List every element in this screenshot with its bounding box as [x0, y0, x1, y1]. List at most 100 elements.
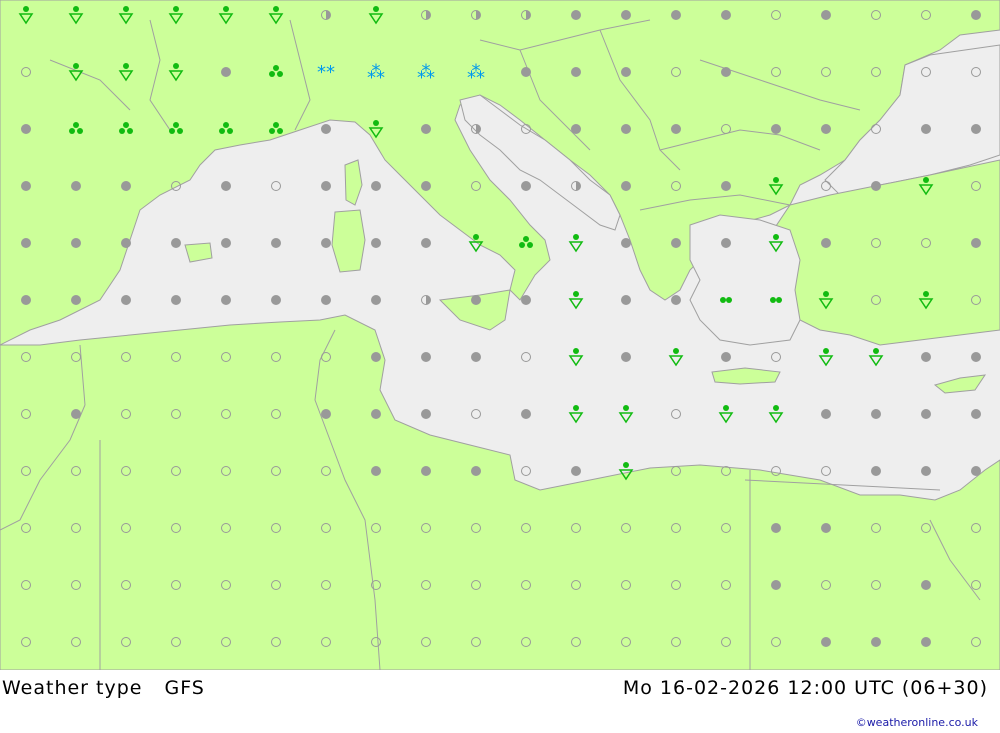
cloudy-icon [571, 466, 581, 476]
cloudy-icon [371, 466, 381, 476]
svg-text:**: ** [317, 62, 335, 83]
cloudy-icon [921, 466, 931, 476]
cloudy-icon [321, 124, 331, 134]
cloudy-icon [721, 181, 731, 191]
cloudy-icon [421, 409, 431, 419]
cloudy-icon [521, 409, 531, 419]
cloudy-icon [121, 238, 131, 248]
cloudy-icon [621, 10, 631, 20]
cloudy-icon [871, 181, 881, 191]
snow-icon: ⁂ [467, 62, 485, 83]
cloudy-icon [221, 238, 231, 248]
cloudy-icon [971, 124, 981, 134]
cloudy-icon [471, 295, 481, 305]
cloudy-icon [271, 295, 281, 305]
cloudy-icon [571, 10, 581, 20]
cloudy-icon [371, 238, 381, 248]
cloudy-icon [671, 124, 681, 134]
cloudy-icon [771, 580, 781, 590]
aegean-sea [689, 214, 801, 346]
cloudy-icon [971, 238, 981, 248]
cloudy-icon [821, 409, 831, 419]
cloudy-icon [621, 181, 631, 191]
cloudy-icon [621, 295, 631, 305]
cloudy-icon [771, 124, 781, 134]
credit-link[interactable]: ©weatheronline.co.uk [856, 716, 978, 729]
cloudy-icon [421, 124, 431, 134]
cloudy-icon [71, 409, 81, 419]
cloudy-icon [821, 238, 831, 248]
cloudy-icon [71, 295, 81, 305]
cloudy-icon [921, 352, 931, 362]
cloudy-icon [171, 238, 181, 248]
cloudy-icon [971, 409, 981, 419]
cloudy-icon [621, 124, 631, 134]
cloudy-icon [921, 124, 931, 134]
cloudy-icon [771, 523, 781, 533]
cloudy-icon [971, 352, 981, 362]
cloudy-icon [371, 295, 381, 305]
cloudy-icon [871, 466, 881, 476]
cloudy-icon [321, 238, 331, 248]
cloudy-icon [21, 124, 31, 134]
cloudy-icon [621, 238, 631, 248]
cloudy-icon [721, 352, 731, 362]
cloudy-icon [71, 238, 81, 248]
cloudy-icon [471, 352, 481, 362]
cloudy-icon [871, 409, 881, 419]
land-balearic [184, 242, 213, 263]
map-title: Weather type GFS [2, 677, 205, 699]
cloudy-icon [671, 238, 681, 248]
snow-shower-icon: ** [317, 62, 335, 83]
land-crete [711, 367, 781, 385]
cloudy-icon [971, 466, 981, 476]
weather-map: ** ⁂ ⁂ ⁂ [0, 0, 1000, 670]
snow-icon: ⁂ [417, 62, 435, 83]
cloudy-icon [121, 181, 131, 191]
cloudy-icon [271, 238, 281, 248]
cloudy-icon [371, 181, 381, 191]
cloudy-icon [221, 295, 231, 305]
cloudy-icon [521, 181, 531, 191]
land-sardinia [331, 209, 366, 273]
svg-text:⁂: ⁂ [417, 62, 435, 83]
cloudy-icon [721, 67, 731, 77]
cloudy-icon [521, 295, 531, 305]
cloudy-icon [821, 10, 831, 20]
cloudy-icon [421, 238, 431, 248]
cloudy-icon [21, 238, 31, 248]
cloudy-icon [321, 295, 331, 305]
cloudy-icon [321, 409, 331, 419]
valid-time: Mo 16-02-2026 12:00 UTC (06+30) [622, 677, 988, 699]
model-label: GFS [164, 677, 205, 699]
cloudy-icon [21, 181, 31, 191]
cloudy-icon [171, 295, 181, 305]
cloudy-icon [721, 10, 731, 20]
cloudy-icon [671, 10, 681, 20]
cloudy-icon [721, 238, 731, 248]
cloudy-icon [571, 67, 581, 77]
cloudy-icon [471, 466, 481, 476]
svg-text:⁂: ⁂ [367, 62, 385, 83]
cloudy-icon [371, 352, 381, 362]
cloudy-icon [121, 295, 131, 305]
cloudy-icon [971, 10, 981, 20]
cloudy-icon [221, 67, 231, 77]
snow-icon: ⁂ [367, 62, 385, 83]
svg-text:⁂: ⁂ [467, 62, 485, 83]
cloudy-icon [921, 409, 931, 419]
cloudy-icon [71, 181, 81, 191]
cloudy-icon [921, 637, 931, 647]
cloudy-icon [421, 352, 431, 362]
cloudy-icon [871, 637, 881, 647]
cloudy-icon [821, 124, 831, 134]
cloudy-icon [21, 295, 31, 305]
cloudy-icon [621, 67, 631, 77]
cloudy-icon [371, 409, 381, 419]
cloudy-icon [421, 181, 431, 191]
cloudy-icon [421, 466, 431, 476]
product-label: Weather type [2, 677, 143, 699]
cloudy-icon [671, 295, 681, 305]
cloudy-icon [621, 352, 631, 362]
cloudy-icon [821, 523, 831, 533]
